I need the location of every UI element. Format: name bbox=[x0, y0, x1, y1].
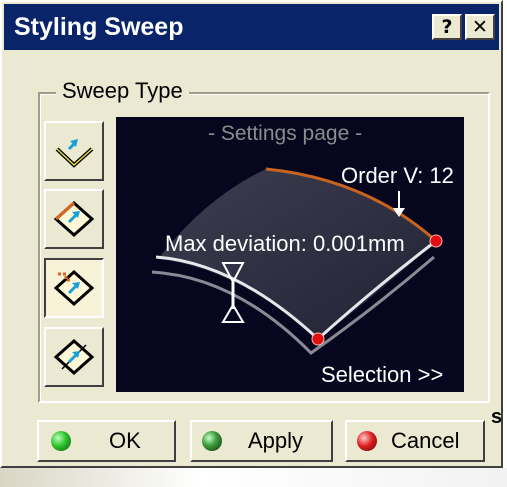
apply-button[interactable]: Apply bbox=[190, 420, 333, 462]
sweep-profile-button[interactable] bbox=[44, 327, 104, 387]
sweep-limits-button[interactable] bbox=[44, 258, 104, 318]
apply-label: Apply bbox=[248, 428, 304, 453]
window-title: Styling Sweep bbox=[14, 13, 184, 41]
sweep-explicit-icon bbox=[55, 139, 94, 168]
sweep-limits-icon bbox=[53, 269, 95, 307]
ok-button[interactable]: OK bbox=[37, 420, 176, 462]
settings-page-label: - Settings page - bbox=[208, 122, 363, 145]
red-ball-icon bbox=[357, 431, 377, 451]
edge-text-fragment: s bbox=[491, 406, 503, 428]
sweep-profile-icon bbox=[53, 338, 95, 376]
title-bar[interactable]: Styling Sweep ? ✕ bbox=[4, 4, 499, 50]
sweep-type-legend: Sweep Type bbox=[56, 77, 189, 105]
sweep-spine-icon bbox=[53, 200, 95, 238]
sweep-explicit-button[interactable] bbox=[44, 121, 104, 181]
background-strip bbox=[0, 468, 507, 487]
cancel-label: Cancel bbox=[391, 428, 460, 453]
green-ball-icon bbox=[202, 431, 222, 451]
max-deviation-label[interactable]: Max deviation: 0.001mm bbox=[165, 231, 405, 257]
green-ball-icon bbox=[51, 431, 71, 451]
sweep-spine-button[interactable] bbox=[44, 189, 104, 249]
selection-link[interactable]: Selection >> bbox=[321, 362, 443, 388]
help-button[interactable]: ? bbox=[432, 14, 462, 40]
sweep-preview-panel: - Settings page - Order V: 12 Max deviat… bbox=[116, 117, 464, 392]
order-v-label[interactable]: Order V: 12 bbox=[341, 163, 454, 189]
cancel-button[interactable]: Cancel bbox=[345, 420, 485, 462]
close-button[interactable]: ✕ bbox=[465, 14, 495, 40]
ok-label: OK bbox=[109, 428, 141, 453]
